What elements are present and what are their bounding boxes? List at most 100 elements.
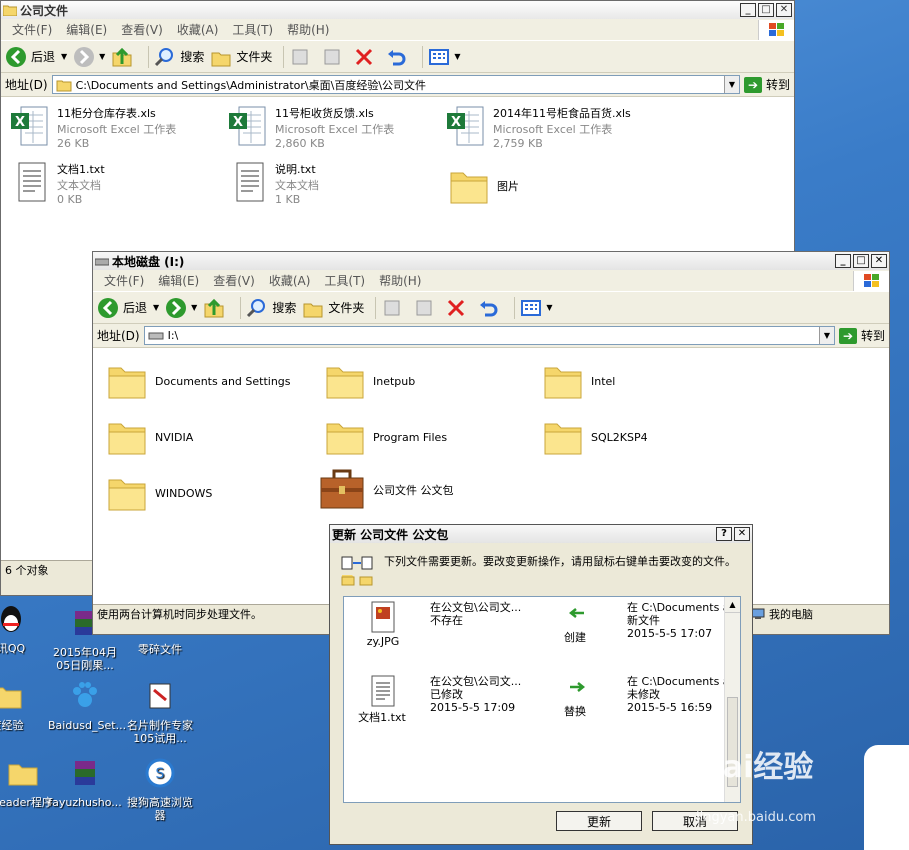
menu-help[interactable]: 帮助(H) bbox=[280, 21, 336, 38]
move-to-button[interactable] bbox=[381, 297, 407, 319]
update-file-list[interactable]: zy.JPG 在公文包\公司文... 不存在 创建 在 C:\Documents… bbox=[343, 596, 741, 803]
status-text: 使用两台计算机时同步处理文件。 bbox=[97, 607, 262, 621]
copy-to-icon bbox=[324, 49, 340, 64]
svg-text:X: X bbox=[451, 115, 461, 130]
svg-text:X: X bbox=[15, 115, 25, 130]
menu-view[interactable]: 查看(V) bbox=[206, 272, 262, 289]
address-input[interactable]: I:\ ▼ bbox=[143, 326, 835, 345]
folder-item[interactable]: NVIDIA bbox=[107, 418, 193, 456]
window-title: 公司文件 bbox=[20, 3, 69, 18]
copy-to-button[interactable] bbox=[321, 46, 347, 68]
delete-button[interactable] bbox=[445, 297, 471, 319]
search-button[interactable]: 搜索 bbox=[246, 297, 296, 319]
file-item[interactable]: X 11柜分仓库存表.xls Microsoft Excel 工作表 26 KB bbox=[11, 105, 176, 150]
goto-button[interactable]: ➔ 转到 bbox=[743, 76, 790, 93]
address-dropdown-icon[interactable]: ▼ bbox=[723, 76, 739, 93]
back-button[interactable]: 后退 ▼ bbox=[97, 297, 159, 319]
search-button[interactable]: 搜索 bbox=[154, 46, 204, 68]
folder-item[interactable]: WINDOWS bbox=[107, 474, 212, 512]
folder-item[interactable]: 图片 bbox=[449, 167, 519, 205]
baidu-paw-icon bbox=[73, 682, 97, 707]
menu-tools[interactable]: 工具(T) bbox=[317, 272, 372, 289]
desktop-icon-folder-baidu[interactable]: 度经验 bbox=[0, 680, 44, 732]
desktop-icon-qq[interactable]: 讯QQ bbox=[0, 603, 48, 655]
menu-favorites[interactable]: 收藏(A) bbox=[262, 272, 318, 289]
card-shortcut-icon bbox=[149, 683, 171, 709]
sogou-browser-icon: S bbox=[145, 758, 175, 788]
folder-item[interactable]: Intel bbox=[543, 362, 615, 400]
close-button[interactable]: ✕ bbox=[734, 527, 750, 541]
goto-button[interactable]: ➔ 转到 bbox=[838, 327, 885, 344]
folder-icon bbox=[544, 367, 582, 399]
text-document-icon bbox=[236, 162, 264, 202]
maximize-button[interactable]: □ bbox=[758, 3, 774, 17]
dialog-title: 更新 公司文件 公文包 bbox=[332, 527, 449, 542]
views-button[interactable]: ▼ bbox=[428, 46, 461, 68]
back-arrow-icon bbox=[6, 46, 26, 67]
views-button[interactable]: ▼ bbox=[520, 297, 553, 319]
folder-item[interactable]: Program Files bbox=[325, 418, 447, 456]
folder-icon bbox=[326, 367, 364, 399]
desktop-icon-card-maker[interactable]: 名片制作专家105试用... bbox=[123, 680, 197, 745]
delete-x-icon bbox=[356, 48, 373, 65]
update-button[interactable]: 更新 bbox=[556, 811, 642, 831]
desktop-icon-fayuzhusho[interactable]: fayuzhusho... bbox=[48, 757, 122, 809]
drive-icon bbox=[148, 332, 164, 339]
scroll-up-icon[interactable]: ▲ bbox=[725, 597, 740, 613]
menu-favorites[interactable]: 收藏(A) bbox=[170, 21, 226, 38]
menu-help[interactable]: 帮助(H) bbox=[372, 272, 428, 289]
baidu-watermark-logo: Bai经验 bbox=[700, 750, 814, 785]
help-button[interactable]: ? bbox=[716, 527, 732, 541]
close-button[interactable]: ✕ bbox=[871, 254, 887, 268]
file-item[interactable]: 说明.txt 文本文档 1 KB bbox=[229, 161, 319, 206]
folder-item[interactable]: Documents and Settings bbox=[107, 362, 291, 400]
briefcase-item[interactable]: 公司文件 公文包 bbox=[319, 468, 454, 512]
menu-edit[interactable]: 编辑(E) bbox=[151, 272, 206, 289]
undo-button[interactable] bbox=[385, 46, 411, 68]
up-folder-button[interactable] bbox=[111, 46, 137, 68]
move-to-button[interactable] bbox=[289, 46, 315, 68]
svg-text:X: X bbox=[233, 115, 243, 130]
copy-to-icon bbox=[416, 300, 432, 315]
menu-tools[interactable]: 工具(T) bbox=[225, 21, 280, 38]
back-button[interactable]: 后退 ▼ bbox=[5, 46, 67, 68]
copy-to-button[interactable] bbox=[413, 297, 439, 319]
window-titlebar[interactable]: 本地磁盘 (I:) _ □ ✕ bbox=[93, 252, 889, 270]
status-text: 6 个对象 bbox=[5, 563, 49, 577]
file-item[interactable]: 文档1.txt 文本文档 0 KB bbox=[11, 161, 105, 206]
menu-file[interactable]: 文件(F) bbox=[5, 21, 59, 38]
desktop-icon-sogou-browser[interactable]: S 搜狗高速浏览器 bbox=[123, 757, 197, 822]
close-button[interactable]: ✕ bbox=[776, 3, 792, 17]
file-item[interactable]: X 2014年11号柜食品百货.xls Microsoft Excel 工作表 2,… bbox=[447, 105, 631, 150]
forward-button[interactable]: ▼ bbox=[73, 46, 105, 68]
menu-file[interactable]: 文件(F) bbox=[97, 272, 151, 289]
undo-icon bbox=[388, 49, 406, 65]
desktop-icon-baidusd[interactable]: Baidusd_Set... bbox=[48, 680, 126, 732]
excel-icon: X bbox=[11, 106, 48, 146]
delete-button[interactable] bbox=[353, 46, 379, 68]
file-item[interactable]: X 11号柜收货反馈.xls Microsoft Excel 工作表 2,860 K… bbox=[229, 105, 394, 150]
window-titlebar[interactable]: 公司文件 _ □ ✕ bbox=[1, 1, 794, 19]
up-folder-button[interactable] bbox=[203, 297, 229, 319]
menu-edit[interactable]: 编辑(E) bbox=[59, 21, 114, 38]
folders-button[interactable]: 文件夹 bbox=[210, 46, 272, 68]
minimize-button[interactable]: _ bbox=[835, 254, 851, 268]
folder-item[interactable]: Inetpub bbox=[325, 362, 415, 400]
dialog-titlebar[interactable]: 更新 公司文件 公文包 ? ✕ bbox=[330, 525, 752, 543]
folders-button[interactable]: 文件夹 bbox=[302, 297, 364, 319]
move-to-icon bbox=[384, 300, 400, 315]
forward-arrow-icon bbox=[166, 297, 187, 318]
address-input[interactable]: C:\Documents and Settings\Administrator\… bbox=[51, 75, 740, 94]
briefcase-icon bbox=[320, 469, 364, 509]
menu-view[interactable]: 查看(V) bbox=[114, 21, 170, 38]
list-item[interactable]: 文档1.txt 在公文包\公司文... 已修改 2015-5-5 17:09 替… bbox=[344, 673, 740, 743]
folder-item[interactable]: SQL2KSP4 bbox=[543, 418, 648, 456]
undo-icon bbox=[480, 300, 498, 316]
address-dropdown-icon[interactable]: ▼ bbox=[818, 327, 834, 344]
undo-button[interactable] bbox=[477, 297, 503, 319]
minimize-button[interactable]: _ bbox=[740, 3, 756, 17]
forward-button[interactable]: ▼ bbox=[165, 297, 197, 319]
maximize-button[interactable]: □ bbox=[853, 254, 869, 268]
list-item[interactable]: zy.JPG 在公文包\公司文... 不存在 创建 在 C:\Documents… bbox=[344, 597, 740, 667]
windows-logo-icon bbox=[758, 19, 794, 40]
